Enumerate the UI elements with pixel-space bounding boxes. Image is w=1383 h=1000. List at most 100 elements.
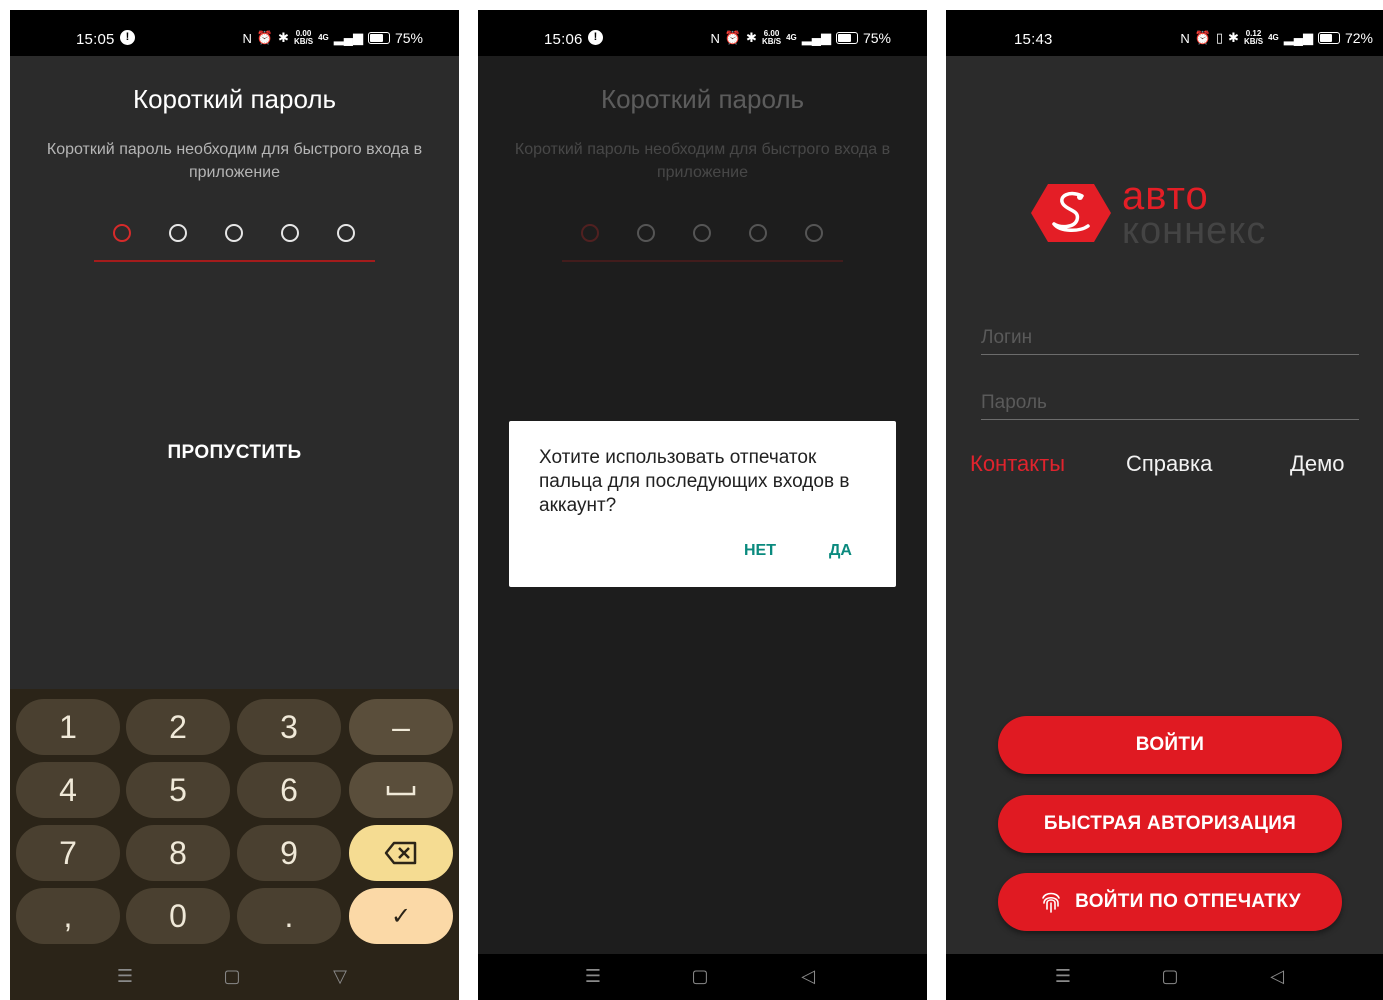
pin-dot	[637, 224, 655, 242]
contacts-link[interactable]: Контакты	[970, 451, 1065, 477]
page-title: Короткий пароль	[132, 84, 337, 114]
status-icons: N ⏰ ▯ ✱ 0.12 KB/S 4G ▂▄▆ 72%	[1180, 29, 1373, 47]
battery-percent: 72%	[1344, 30, 1373, 46]
key-comma[interactable]: ,	[16, 888, 120, 944]
key-1[interactable]: 1	[16, 699, 120, 755]
status-icons: N ⏰ ✱ 6.00 KB/S 4G ▂▄▆ 75%	[710, 29, 891, 47]
fingerprint-icon	[1042, 892, 1060, 913]
pin-underline	[562, 260, 843, 262]
login-screen: 15:43 N ⏰ ▯ ✱ 0.12 KB/S 4G ▂▄▆ 72% авто к…	[946, 10, 1383, 1000]
help-link[interactable]: Справка	[1126, 451, 1212, 477]
pin-setup-screen: 15:05 ! N ⏰ ✱ 0.00 KB/S 4G ▂▄▆ 75% Коротк…	[10, 10, 459, 1000]
system-nav-bar: ☰ ▢ ▽	[10, 954, 459, 1000]
signal-icon: ▂▄▆	[333, 30, 363, 45]
status-icons: N ⏰ ✱ 0.00 KB/S 4G ▂▄▆ 75%	[242, 29, 423, 47]
alarm-icon: ⏰	[724, 30, 742, 45]
logo-word-konneks: коннекс	[1122, 210, 1267, 252]
key-space[interactable]	[349, 762, 453, 818]
quick-auth-button[interactable]: БЫСТРАЯ АВТОРИЗАЦИЯ	[998, 795, 1342, 853]
back-icon[interactable]: ◁	[1265, 966, 1289, 987]
key-2[interactable]: 2	[126, 699, 230, 755]
dialog-yes-button[interactable]: ДА	[829, 542, 852, 560]
key-9[interactable]: 9	[237, 825, 341, 881]
bluetooth-icon: ✱	[278, 30, 289, 45]
menu-icon[interactable]: ☰	[1051, 966, 1075, 987]
space-icon	[386, 786, 416, 796]
network-type: 4G	[786, 33, 797, 42]
status-time: 15:05	[76, 31, 115, 48]
net-speed: 6.00 KB/S	[761, 29, 782, 46]
nfc-icon: N	[710, 30, 720, 46]
pin-indicator	[110, 224, 370, 248]
key-3[interactable]: 3	[237, 699, 341, 755]
key-done[interactable]: ✓	[349, 888, 453, 944]
dialog-no-button[interactable]: НЕТ	[744, 542, 776, 560]
demo-link[interactable]: Демо	[1290, 451, 1345, 477]
alarm-icon: ⏰	[256, 30, 274, 45]
nfc-icon: N	[242, 30, 252, 46]
network-type: 4G	[1268, 33, 1279, 42]
system-nav-bar: ☰ ▢ ◁	[946, 954, 1383, 1000]
password-field[interactable]	[981, 387, 1359, 420]
notification-icon: !	[120, 30, 135, 45]
quick-auth-button-label: БЫСТРАЯ АВТОРИЗАЦИЯ	[1043, 813, 1297, 834]
net-speed: 0.00 KB/S	[293, 29, 314, 46]
page-title: Короткий пароль	[600, 84, 805, 114]
key-6[interactable]: 6	[237, 762, 341, 818]
pin-dot	[337, 224, 355, 242]
menu-icon[interactable]: ☰	[581, 966, 605, 987]
pin-dot	[225, 224, 243, 242]
nfc-icon: N	[1180, 30, 1190, 46]
home-icon[interactable]: ▢	[688, 966, 712, 987]
pin-dot	[281, 224, 299, 242]
status-bar: 15:05 ! N ⏰ ✱ 0.00 KB/S 4G ▂▄▆ 75%	[10, 10, 459, 56]
signal-icon: ▂▄▆	[1283, 30, 1313, 45]
fingerprint-login-label: ВОЙТИ ПО ОТПЕЧАТКУ	[1075, 891, 1301, 912]
snake-logo-icon	[1031, 184, 1111, 242]
net-speed: 0.12 KB/S	[1243, 29, 1264, 46]
back-icon[interactable]: ◁	[796, 966, 820, 987]
menu-icon[interactable]: ☰	[113, 966, 137, 987]
page-subtitle: Короткий пароль необходим для быстрого в…	[514, 141, 891, 181]
key-minus[interactable]: –	[349, 699, 453, 755]
battery-icon	[1317, 32, 1340, 44]
fingerprint-dialog: Хотите использовать отпечаток пальца для…	[509, 421, 896, 587]
skip-button[interactable]: ПРОПУСТИТЬ	[10, 442, 459, 464]
system-nav-bar: ☰ ▢ ◁	[478, 954, 927, 1000]
key-5[interactable]: 5	[126, 762, 230, 818]
password-input[interactable]	[981, 387, 1359, 419]
pin-dot	[581, 224, 599, 242]
login-input[interactable]	[981, 322, 1359, 354]
key-dot[interactable]: .	[237, 888, 341, 944]
pin-dot	[693, 224, 711, 242]
home-icon[interactable]: ▢	[220, 966, 244, 987]
page-subtitle: Короткий пароль необходим для быстрого в…	[46, 141, 423, 181]
key-8[interactable]: 8	[126, 825, 230, 881]
login-button[interactable]: ВОЙТИ	[998, 716, 1342, 774]
dialog-message: Хотите использовать отпечаток пальца для…	[539, 447, 850, 516]
battery-icon	[835, 32, 858, 44]
pin-dot	[805, 224, 823, 242]
battery-percent: 75%	[394, 30, 423, 46]
key-7[interactable]: 7	[16, 825, 120, 881]
bluetooth-icon: ✱	[1228, 30, 1239, 45]
alarm-icon: ⏰	[1194, 30, 1211, 45]
back-icon[interactable]: ▽	[328, 966, 352, 987]
login-field[interactable]	[981, 322, 1359, 355]
key-0[interactable]: 0	[126, 888, 230, 944]
signal-icon: ▂▄▆	[801, 30, 831, 45]
fingerprint-prompt-screen: 15:06 ! N ⏰ ✱ 6.00 KB/S 4G ▂▄▆ 75% Коротк…	[478, 10, 927, 1000]
fingerprint-login-button[interactable]: ВОЙТИ ПО ОТПЕЧАТКУ	[998, 873, 1342, 931]
status-bar: 15:43 N ⏰ ▯ ✱ 0.12 KB/S 4G ▂▄▆ 72%	[946, 10, 1383, 56]
status-time: 15:43	[1014, 31, 1053, 48]
status-bar: 15:06 ! N ⏰ ✱ 6.00 KB/S 4G ▂▄▆ 75%	[478, 10, 927, 56]
key-backspace[interactable]	[349, 825, 453, 881]
key-4[interactable]: 4	[16, 762, 120, 818]
pin-dot	[113, 224, 131, 242]
status-time: 15:06	[544, 31, 583, 48]
home-icon[interactable]: ▢	[1158, 966, 1182, 987]
pin-indicator	[578, 224, 838, 248]
pin-dot	[169, 224, 187, 242]
backspace-icon	[384, 841, 417, 865]
notification-icon: !	[588, 30, 603, 45]
